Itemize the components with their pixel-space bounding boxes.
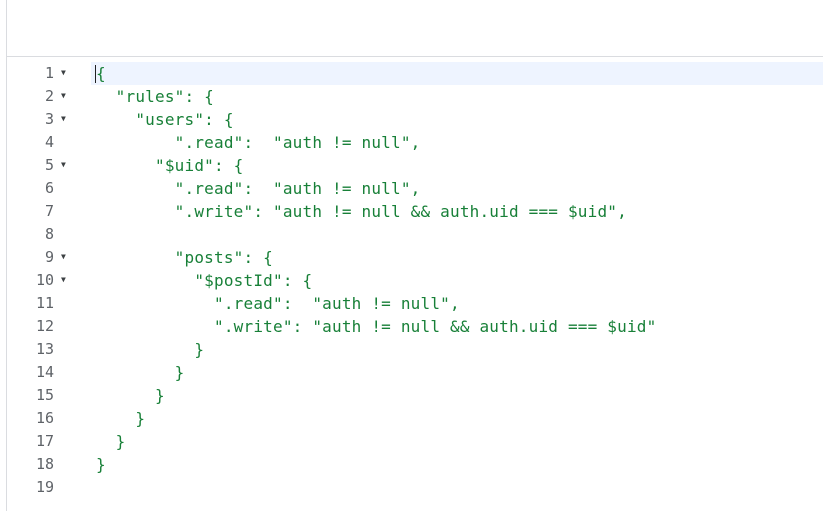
gutter-row: 2 ▼ bbox=[7, 85, 91, 108]
line-number: 1 bbox=[44, 64, 54, 82]
line-number: 3 bbox=[44, 110, 54, 128]
gutter-row: 6 bbox=[7, 177, 91, 200]
code-line-text: "$postId": { bbox=[96, 271, 313, 290]
code-line[interactable]: ".write": "auth != null && auth.uid === … bbox=[91, 200, 823, 223]
fold-arrow-icon[interactable]: ▼ bbox=[61, 158, 66, 172]
line-number: 18 bbox=[35, 455, 54, 473]
line-number: 6 bbox=[44, 179, 54, 197]
fold-arrow-icon[interactable]: ▼ bbox=[61, 273, 66, 287]
code-line[interactable]: "rules": { bbox=[91, 85, 823, 108]
code-line-text: } bbox=[96, 432, 126, 451]
code-line[interactable]: ".read": "auth != null", bbox=[91, 177, 823, 200]
gutter-row: 15 bbox=[7, 384, 91, 407]
gutter-row: 12 bbox=[7, 315, 91, 338]
code-line[interactable]: "posts": { bbox=[91, 246, 823, 269]
line-number: 15 bbox=[35, 386, 54, 404]
code-line-text: "posts": { bbox=[96, 248, 273, 267]
gutter-row: 5 ▼ bbox=[7, 154, 91, 177]
text-cursor bbox=[95, 65, 96, 83]
fold-arrow-icon[interactable]: ▼ bbox=[61, 66, 66, 80]
code-line-text: ".write": "auth != null && auth.uid === … bbox=[96, 202, 627, 221]
code-line-text: ".read": "auth != null", bbox=[96, 294, 460, 313]
fold-arrow-icon[interactable]: ▼ bbox=[61, 89, 66, 103]
gutter-row: 11 bbox=[7, 292, 91, 315]
code-line[interactable]: ".read": "auth != null", bbox=[91, 292, 823, 315]
gutter-row: 1 ▼ bbox=[7, 62, 91, 85]
gutter-row: 9 ▼ bbox=[7, 246, 91, 269]
line-number: 10 bbox=[35, 271, 54, 289]
code-line[interactable]: } bbox=[91, 430, 823, 453]
line-number: 19 bbox=[35, 478, 54, 496]
gutter-row: 16 bbox=[7, 407, 91, 430]
gutter-row: 4 bbox=[7, 131, 91, 154]
code-line-text: ".read": "auth != null", bbox=[96, 179, 421, 198]
fold-arrow-icon[interactable]: ▼ bbox=[61, 112, 66, 126]
code-line[interactable]: "users": { bbox=[91, 108, 823, 131]
code-line-text: } bbox=[96, 363, 185, 382]
code-editor[interactable]: 1 ▼ 2 ▼ 3 ▼ 4 5 ▼ 6 7 8 9 ▼ 10 ▼ 11 12 13 14 15 16 17 18 19 { "r… bbox=[7, 62, 823, 511]
code-line[interactable]: } bbox=[91, 361, 823, 384]
code-line-text: } bbox=[96, 340, 205, 359]
line-number: 14 bbox=[35, 363, 54, 381]
gutter-row: 8 bbox=[7, 223, 91, 246]
code-line-text: ".read": "auth != null", bbox=[96, 133, 421, 152]
line-number: 7 bbox=[44, 202, 54, 220]
line-number: 17 bbox=[35, 432, 54, 450]
code-line[interactable]: ".read": "auth != null", bbox=[91, 131, 823, 154]
gutter-row: 14 bbox=[7, 361, 91, 384]
line-number: 13 bbox=[35, 340, 54, 358]
gutter-row: 3 ▼ bbox=[7, 108, 91, 131]
line-number: 2 bbox=[44, 87, 54, 105]
code-line-text: "users": { bbox=[96, 110, 234, 129]
gutter-row: 7 bbox=[7, 200, 91, 223]
code-line[interactable]: } bbox=[91, 338, 823, 361]
code-line-text: "$uid": { bbox=[96, 156, 244, 175]
code-line-text: } bbox=[96, 386, 165, 405]
line-number: 11 bbox=[35, 294, 54, 312]
code-line-text: ".write": "auth != null && auth.uid === … bbox=[96, 317, 657, 336]
line-number: 4 bbox=[44, 133, 54, 151]
code-line[interactable] bbox=[91, 476, 823, 499]
code-line[interactable]: } bbox=[91, 453, 823, 476]
gutter-row: 18 bbox=[7, 453, 91, 476]
gutter-row: 10 ▼ bbox=[7, 269, 91, 292]
gutter-row: 13 bbox=[7, 338, 91, 361]
editor-toolbar bbox=[7, 0, 823, 57]
code-line[interactable]: } bbox=[91, 384, 823, 407]
code-line-text: { bbox=[96, 64, 106, 83]
code-line-text: } bbox=[96, 455, 106, 474]
line-number: 8 bbox=[44, 225, 54, 243]
code-content[interactable]: { "rules": { "users": { ".read": "auth !… bbox=[91, 62, 823, 511]
code-line-text: } bbox=[96, 409, 146, 428]
line-number: 16 bbox=[35, 409, 54, 427]
gutter-row: 19 bbox=[7, 476, 91, 499]
line-number: 12 bbox=[35, 317, 54, 335]
code-line[interactable]: } bbox=[91, 407, 823, 430]
gutter-row: 17 bbox=[7, 430, 91, 453]
code-line[interactable]: "$uid": { bbox=[91, 154, 823, 177]
code-line[interactable]: "$postId": { bbox=[91, 269, 823, 292]
code-line[interactable]: ".write": "auth != null && auth.uid === … bbox=[91, 315, 823, 338]
line-number-gutter: 1 ▼ 2 ▼ 3 ▼ 4 5 ▼ 6 7 8 9 ▼ 10 ▼ 11 12 13 14 15 16 17 18 19 bbox=[7, 62, 91, 511]
line-number: 9 bbox=[44, 248, 54, 266]
code-line-text: "rules": { bbox=[96, 87, 214, 106]
line-number: 5 bbox=[44, 156, 54, 174]
code-line[interactable]: { bbox=[91, 62, 823, 85]
fold-arrow-icon[interactable]: ▼ bbox=[61, 250, 66, 264]
code-line[interactable] bbox=[91, 223, 823, 246]
